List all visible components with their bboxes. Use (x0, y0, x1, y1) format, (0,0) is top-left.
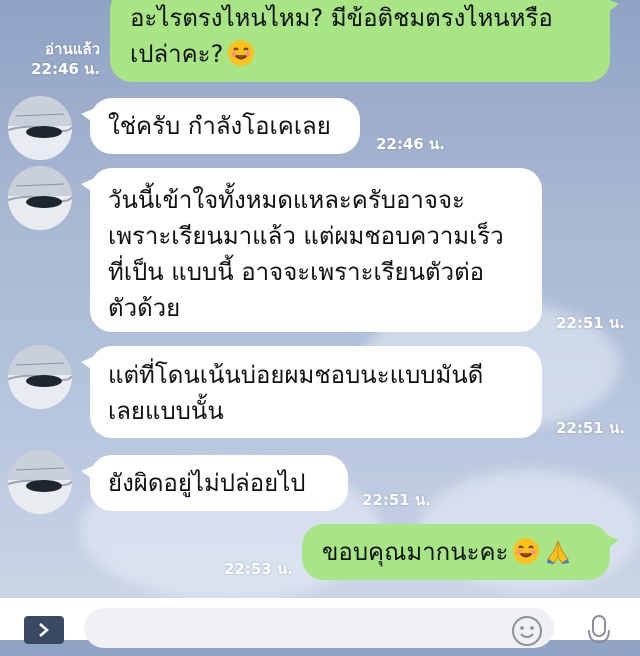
message-line: เปล่าคะ? (130, 36, 610, 72)
message-composer (0, 598, 640, 648)
avatar-photo (8, 96, 72, 160)
chat-area[interactable]: อ่านแล้ว 22:46 น. อะไรตรงไหนไหม? มีข้อติ… (0, 0, 640, 600)
voice-message-button[interactable] (584, 612, 614, 652)
message-line: ขอบคุณมากนะคะ (322, 534, 610, 570)
incoming-message-bubble[interactable]: แต่ที่โดนเน้นบ่อยผมชอบนะแบบมันดี เลยแบบน… (81, 346, 542, 438)
message-line: วันนี้เข้าใจทั้งหมดแหละครับอาจจะ (108, 186, 465, 214)
message-line: อะไรตรงไหนไหม? มีข้อติชมตรงไหนหรือ (130, 4, 553, 32)
message-line: เพราะเรียนมาแล้ว แต่ผมชอบความเร็ว (108, 222, 504, 250)
avatar-photo (8, 450, 72, 514)
message-time: 22:51 น. (362, 491, 431, 509)
message-line: เลยแบบนั้น (108, 397, 224, 425)
message-time: 22:51 น. (556, 314, 625, 332)
contact-avatar[interactable] (8, 345, 72, 409)
smiling-face-icon (228, 40, 255, 66)
message-time: 22:51 น. (556, 419, 625, 437)
contact-avatar[interactable] (8, 450, 72, 514)
contact-avatar[interactable] (8, 96, 72, 160)
avatar-photo (8, 345, 72, 409)
message-line: ใช่ครับ กำลังโอเคเลย (108, 112, 331, 140)
message-line: ที่เป็น แบบนี้ อาจจะเพราะเรียนตัวต่อ (108, 258, 485, 286)
emoji-button[interactable] (510, 614, 544, 648)
read-time: 22:46 น. (31, 60, 100, 78)
read-receipt: อ่านแล้ว 22:46 น. (10, 39, 100, 79)
message-time: 22:46 น. (376, 135, 445, 153)
message-line: ตัวด้วย (108, 294, 181, 322)
smiling-face-icon (513, 538, 540, 564)
outgoing-message-bubble[interactable]: ขอบคุณมากนะคะ (302, 524, 619, 580)
folded-hands-icon (547, 540, 570, 564)
message-time: 22:53 น. (224, 560, 293, 578)
incoming-message-bubble[interactable]: ใช่ครับ กำลังโอเคเลย (81, 98, 360, 154)
read-status: อ่านแล้ว (45, 40, 100, 58)
avatar-photo (8, 166, 72, 230)
incoming-message-bubble[interactable]: ยังผิดอยู่ไม่ปล่อยไป (81, 455, 348, 511)
microphone-icon (588, 615, 610, 644)
message-line: แต่ที่โดนเน้นบ่อยผมชอบนะแบบมันดี (108, 361, 484, 389)
outgoing-message-bubble[interactable]: อะไรตรงไหนไหม? มีข้อติชมตรงไหนหรือ เปล่า… (110, 0, 619, 82)
contact-avatar[interactable] (8, 166, 72, 230)
emoji-icon (512, 616, 542, 646)
message-line: ยังผิดอยู่ไม่ปล่อยไป (108, 469, 306, 497)
message-input[interactable] (84, 608, 554, 648)
incoming-message-bubble[interactable]: วันนี้เข้าใจทั้งหมดแหละครับอาจจะ เพราะเร… (81, 168, 542, 332)
